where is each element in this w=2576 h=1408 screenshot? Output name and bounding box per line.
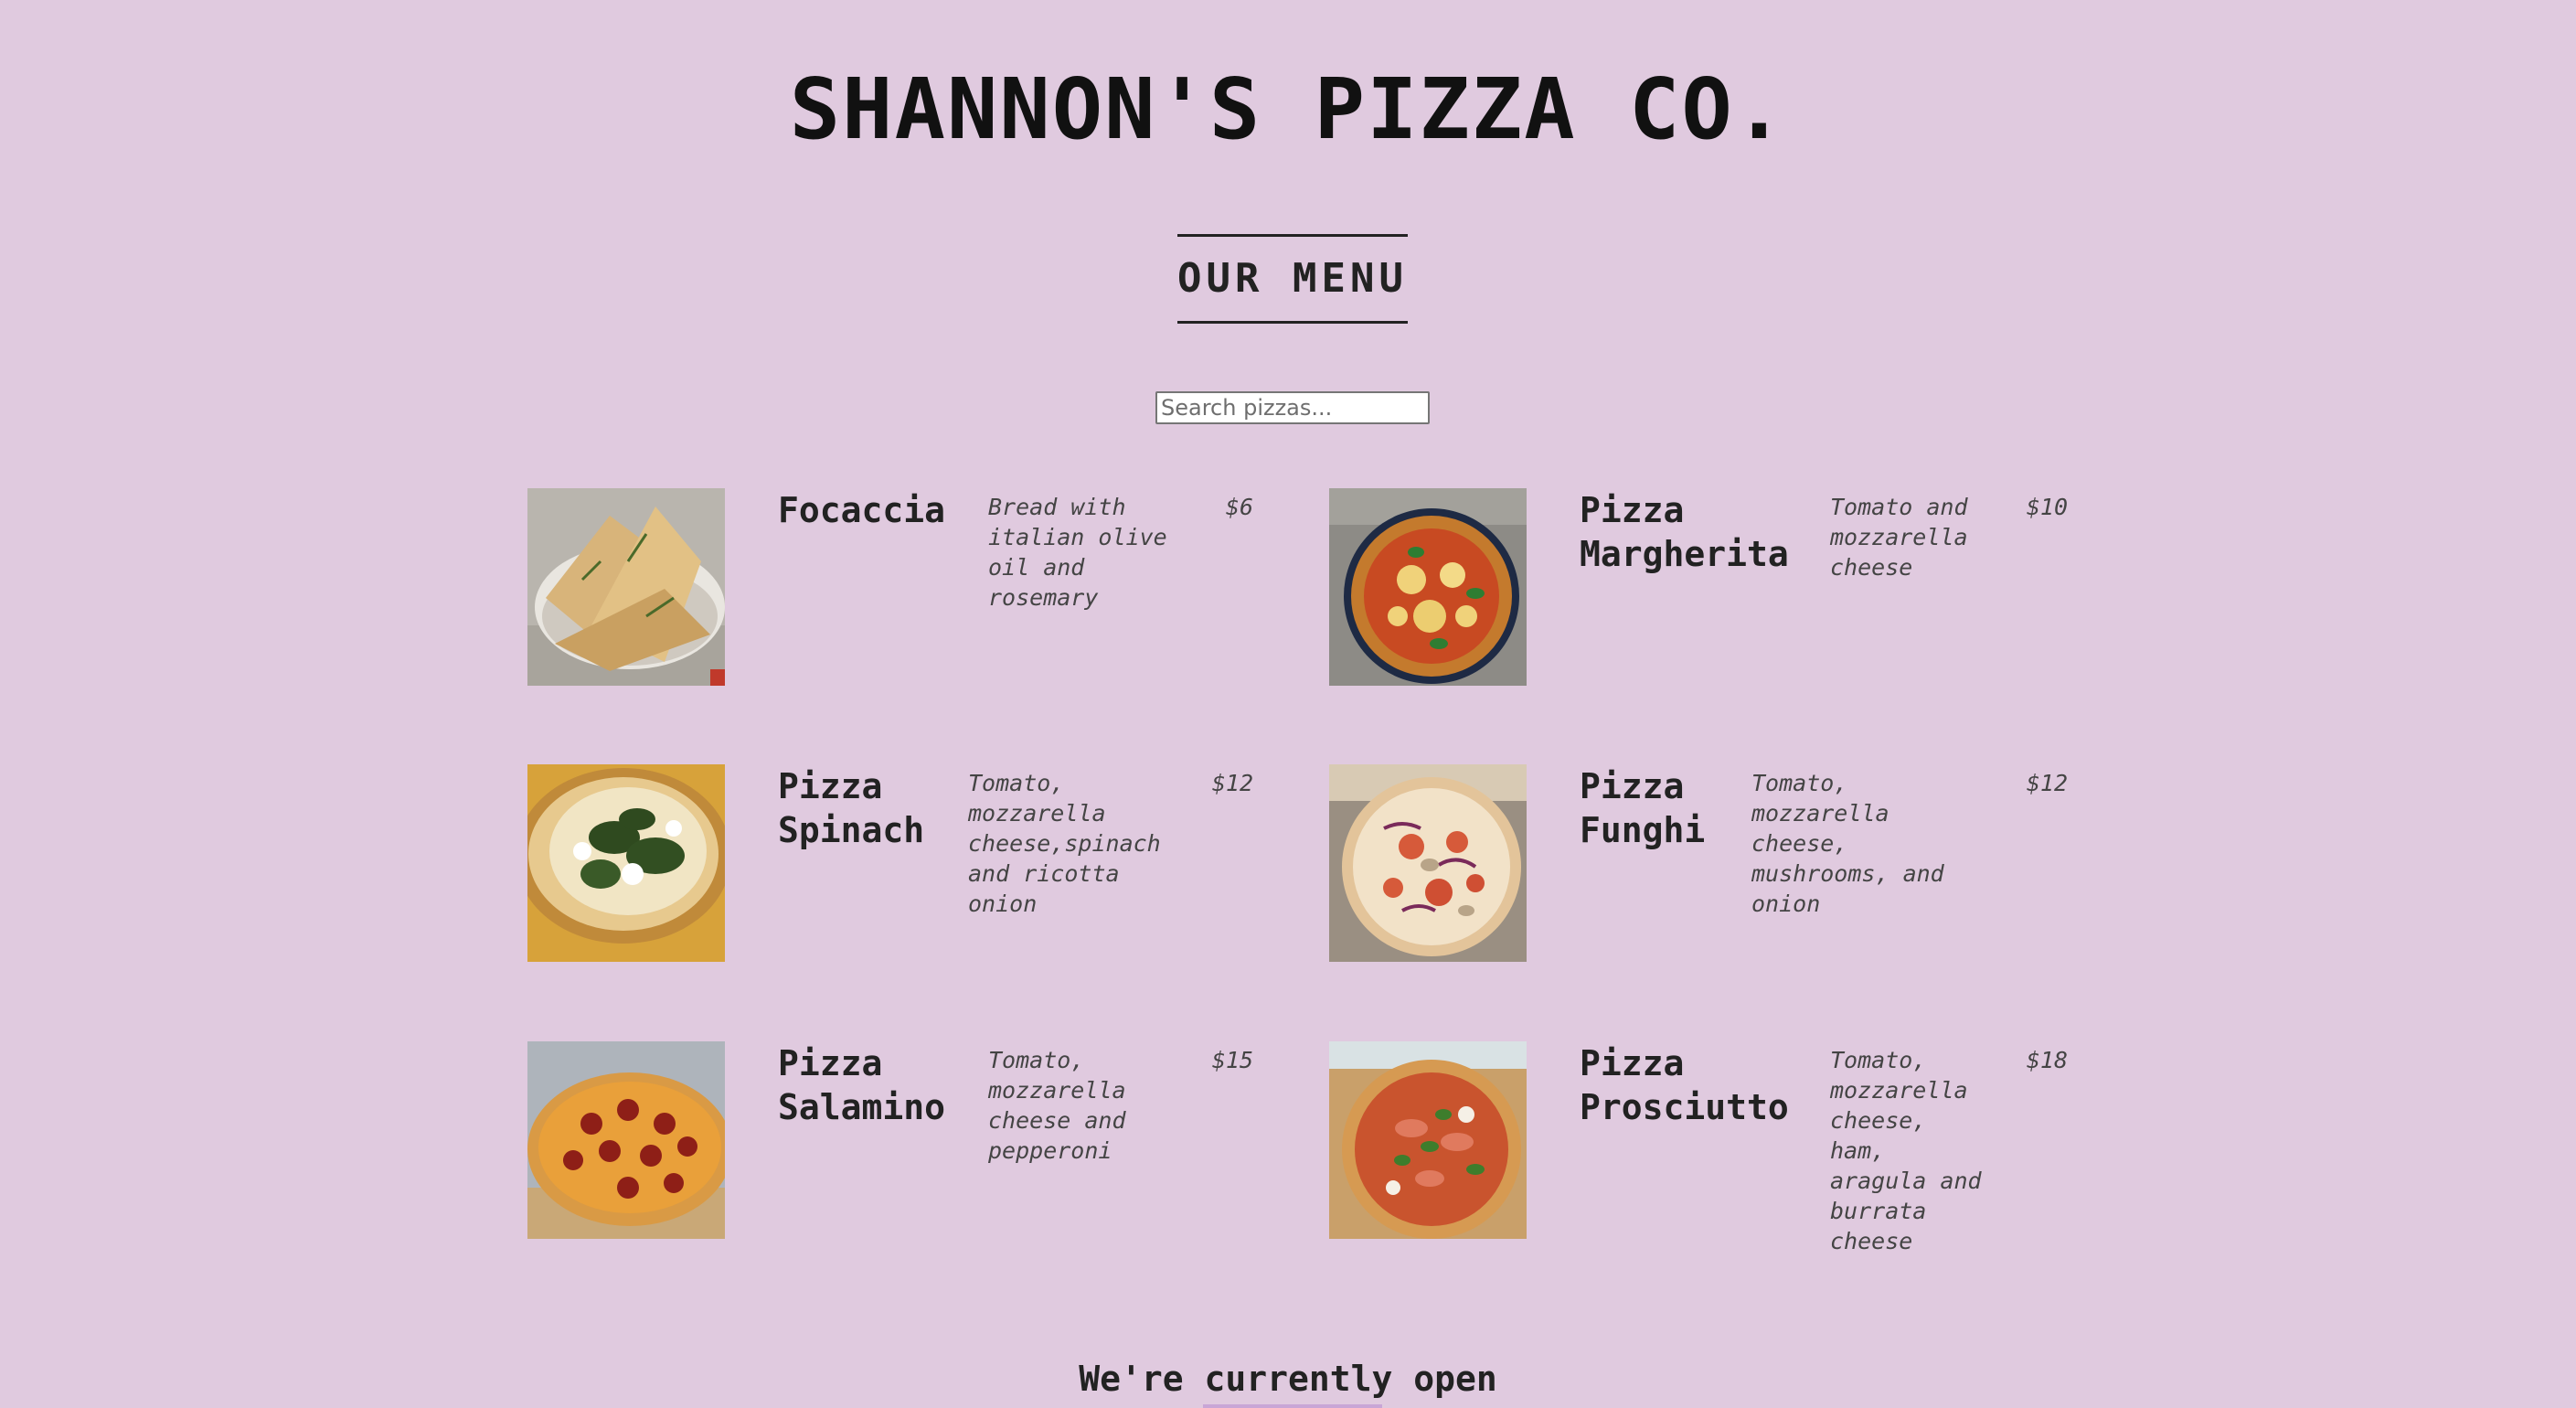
spinach-pizza-photo <box>527 764 725 962</box>
item-name: Pizza Margherita <box>1580 490 1789 574</box>
item-description: Tomato, mozzarella cheese, ham, aragula … <box>1830 1047 1982 1254</box>
item-price: $15 <box>1211 1047 1253 1073</box>
menu-item-margherita: Pizza Margherita Tomato and mozzarella c… <box>1329 488 2106 708</box>
menu-item-prosciutto: Pizza Prosciutto Tomato, mozzarella chee… <box>1329 1041 2106 1261</box>
prosciutto-pizza-photo <box>1329 1041 1527 1239</box>
margherita-photo <box>1329 488 1527 686</box>
item-name: Focaccia <box>778 490 946 530</box>
item-price: $12 <box>1211 770 1253 796</box>
open-status: We're currently open <box>1079 1359 1497 1399</box>
item-price: $12 <box>2026 770 2068 796</box>
item-price: $18 <box>2026 1047 2068 1073</box>
item-description: Tomato, mozzarella cheese and pepperoni <box>988 1047 1126 1164</box>
item-name: Pizza Salamino <box>778 1043 946 1127</box>
item-description: Tomato, mozzarella cheese,spinach and ri… <box>968 770 1161 917</box>
item-price: $10 <box>2026 494 2068 520</box>
funghi-pizza-photo <box>1329 764 1527 962</box>
search-input[interactable] <box>1155 391 1430 424</box>
item-price: $6 <box>1225 494 1253 520</box>
item-name: Pizza Spinach <box>778 766 925 850</box>
menu-heading: OUR MENU <box>1177 234 1408 324</box>
menu-item-spinach: Pizza Spinach Tomato, mozzarella cheese,… <box>527 764 1304 984</box>
item-description: Tomato, mozzarella cheese, mushrooms, an… <box>1751 770 1944 917</box>
menu-item-focaccia: Focaccia Bread with italian olive oil an… <box>527 488 1304 708</box>
salamino-pizza-photo <box>527 1041 725 1239</box>
item-name: Pizza Prosciutto <box>1580 1043 1789 1127</box>
focaccia-photo <box>527 488 725 686</box>
status-underline <box>1203 1404 1382 1408</box>
restaurant-title: SHANNON'S PIZZA CO. <box>789 60 1787 158</box>
menu-item-funghi: Pizza Funghi Tomato, mozzarella cheese, … <box>1329 764 2106 984</box>
item-description: Bread with italian olive oil and rosemar… <box>988 494 1167 611</box>
menu-item-salamino: Pizza Salamino Tomato, mozzarella cheese… <box>527 1041 1304 1261</box>
item-description: Tomato and mozzarella cheese <box>1830 494 1968 581</box>
pizza-menu-page: SHANNON'S PIZZA CO. OUR MENU Focaccia Br… <box>0 0 2576 1408</box>
